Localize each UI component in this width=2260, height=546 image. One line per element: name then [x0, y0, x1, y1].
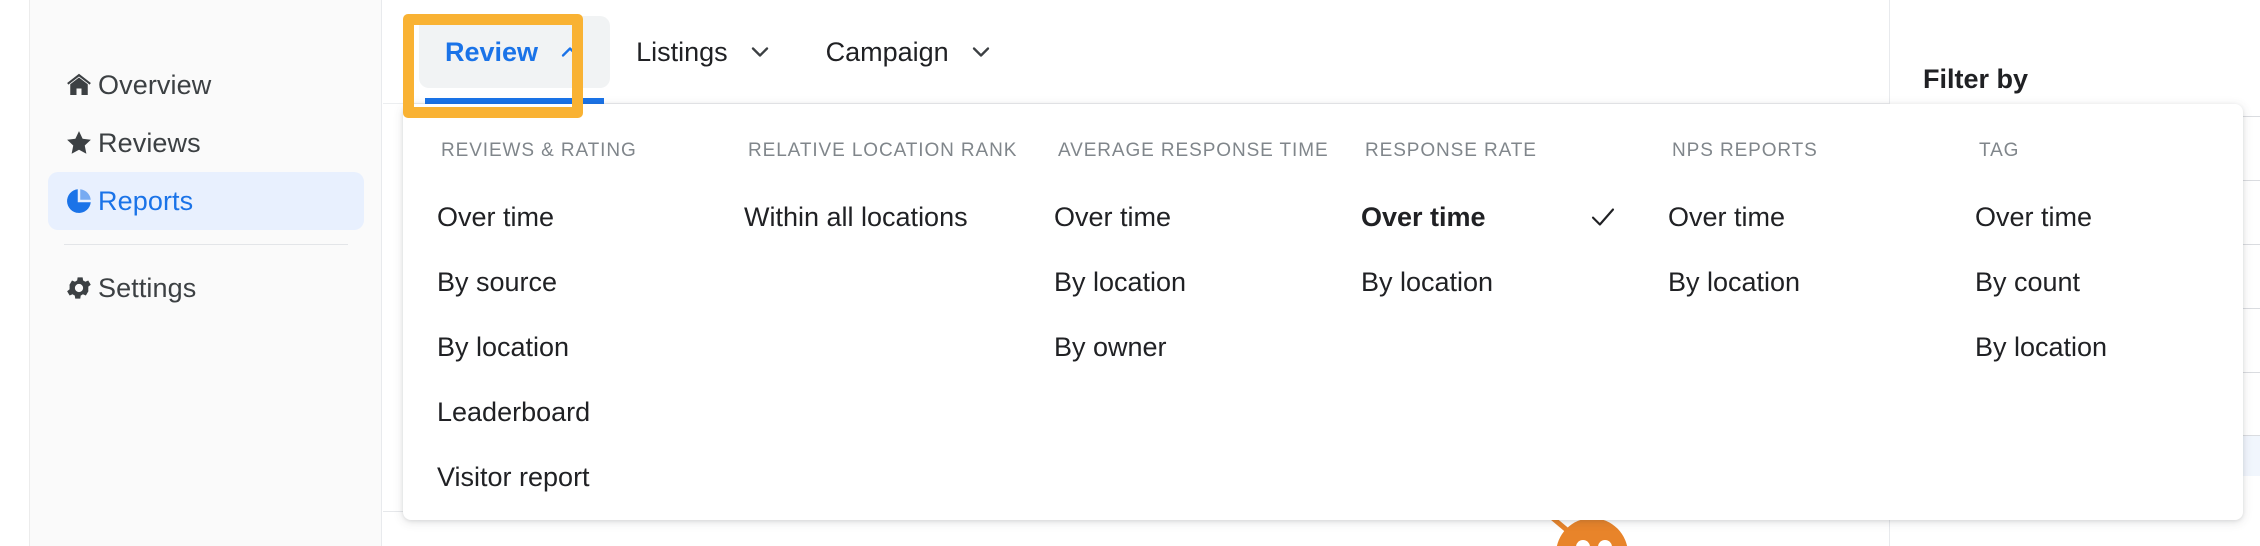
menu-item-visitor-report[interactable]: Visitor report — [437, 456, 744, 498]
check-icon — [1588, 202, 1618, 232]
menu-item-label: By location — [1668, 266, 1801, 297]
menu-item-label: By owner — [1054, 331, 1167, 362]
tab-label: Campaign — [825, 36, 949, 67]
menu-item-label: Visitor report — [437, 461, 590, 492]
menu-columns: REVIEWS & RATING Over time By source By … — [403, 104, 2260, 521]
star-icon — [64, 128, 98, 158]
menu-item-label: Over time — [1361, 201, 1486, 232]
sidebar-rail — [0, 0, 30, 546]
filter-panel-title: Filter by — [1923, 64, 2029, 94]
menu-column-response-rate: RESPONSE RATE Over time By location — [1361, 140, 1668, 521]
gear-icon — [64, 273, 98, 303]
mascot-body — [1556, 518, 1628, 546]
sidebar-item-settings[interactable]: Settings — [48, 259, 364, 317]
sidebar-item-reviews[interactable]: Reviews — [48, 114, 364, 172]
menu-column-header: TAG — [1979, 140, 2020, 161]
menu-column-relative-location-rank: RELATIVE LOCATION RANK Within all locati… — [744, 140, 1054, 521]
menu-item-label: By location — [437, 331, 570, 362]
menu-item-label: Over time — [437, 201, 555, 232]
menu-item-over-time[interactable]: Over time — [437, 196, 744, 238]
menu-item-by-source[interactable]: By source — [437, 261, 744, 303]
menu-item-label: By source — [437, 266, 558, 297]
menu-item-over-time-selected[interactable]: Over time — [1361, 196, 1668, 238]
menu-item-by-location[interactable]: By location — [1975, 326, 2260, 368]
tab-label: Review — [445, 36, 539, 67]
menu-column-nps-reports: NPS REPORTS Over time By location — [1668, 140, 1975, 521]
menu-item-label: By location — [1054, 266, 1187, 297]
menu-item-label: By count — [1975, 266, 2081, 297]
sidebar-item-overview[interactable]: Overview — [48, 56, 364, 114]
menu-item-by-location[interactable]: By location — [1361, 261, 1668, 303]
home-icon — [64, 70, 98, 100]
app-root: Overview Reviews Reports Settings Review… — [0, 0, 2260, 546]
menu-item-by-location[interactable]: By location — [437, 326, 744, 368]
chevron-down-icon — [967, 38, 995, 66]
menu-column-reviews-rating: REVIEWS & RATING Over time By source By … — [437, 140, 744, 521]
menu-item-label: Over time — [1054, 201, 1172, 232]
menu-column-header: RESPONSE RATE — [1365, 140, 1537, 161]
review-dropdown-menu: REVIEWS & RATING Over time By source By … — [403, 104, 2243, 520]
menu-item-label: Within all locations — [744, 201, 968, 232]
menu-item-within-all-locations[interactable]: Within all locations — [744, 196, 1054, 238]
sidebar-divider — [64, 244, 348, 245]
sidebar-item-label: Settings — [98, 272, 197, 303]
menu-column-header: NPS REPORTS — [1672, 140, 1818, 161]
sidebar-nav-list: Overview Reviews Reports Settings — [30, 56, 382, 317]
sidebar: Overview Reviews Reports Settings — [0, 0, 382, 546]
tab-label: Listings — [636, 36, 728, 67]
menu-item-label: By location — [1975, 331, 2108, 362]
menu-item-label: Over time — [1668, 201, 1786, 232]
menu-item-over-time[interactable]: Over time — [1668, 196, 1975, 238]
menu-item-label: By location — [1361, 266, 1494, 297]
sidebar-item-label: Reviews — [98, 127, 201, 158]
menu-column-header: RELATIVE LOCATION RANK — [748, 140, 1018, 161]
menu-item-over-time[interactable]: Over time — [1975, 196, 2260, 238]
menu-column-header: AVERAGE RESPONSE TIME — [1058, 140, 1329, 161]
menu-item-leaderboard[interactable]: Leaderboard — [437, 391, 744, 433]
menu-item-by-count[interactable]: By count — [1975, 261, 2260, 303]
menu-column-header: REVIEWS & RATING — [441, 140, 637, 161]
tab-list: Review Listings Campaign — [419, 0, 1021, 104]
menu-item-by-location[interactable]: By location — [1668, 261, 1975, 303]
tab-review[interactable]: Review — [419, 16, 611, 104]
menu-item-by-owner[interactable]: By owner — [1054, 326, 1361, 368]
chevron-down-icon — [746, 38, 774, 66]
menu-item-label: Leaderboard — [437, 396, 591, 427]
chevron-up-icon — [556, 38, 584, 66]
menu-item-over-time[interactable]: Over time — [1054, 196, 1361, 238]
tab-campaign[interactable]: Campaign — [800, 16, 1021, 88]
menu-column-tag: TAG Over time By count By location — [1975, 140, 2260, 521]
pie-chart-icon — [64, 186, 98, 216]
menu-item-by-location[interactable]: By location — [1054, 261, 1361, 303]
menu-item-label: Over time — [1975, 201, 2093, 232]
sidebar-item-reports[interactable]: Reports — [48, 172, 364, 230]
sidebar-item-label: Reports — [98, 185, 194, 216]
sidebar-item-label: Overview — [98, 69, 212, 100]
menu-column-average-response-time: AVERAGE RESPONSE TIME Over time By locat… — [1054, 140, 1361, 521]
tab-listings[interactable]: Listings — [610, 16, 800, 88]
